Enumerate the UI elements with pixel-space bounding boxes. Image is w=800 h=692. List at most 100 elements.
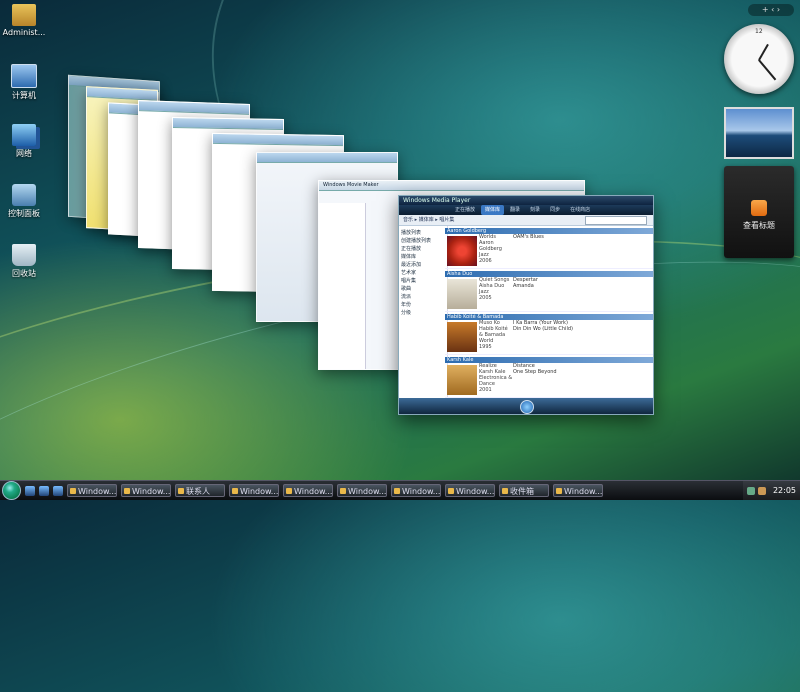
desktop-icon-administrator[interactable]: Administ... [2, 4, 46, 37]
desktop-icon-recycle-bin[interactable]: 回收站 [2, 244, 46, 279]
album-meta: Muso Ko Habib Koité & Bamada World 1995 [479, 320, 513, 354]
track-list: OAM's Blues [513, 234, 653, 268]
album-row[interactable]: Muso Ko Habib Koité & Bamada World 1995 … [445, 320, 653, 355]
computer-icon [11, 64, 37, 88]
switch-windows-icon[interactable] [39, 485, 49, 496]
nav-item-songs[interactable]: 歌曲 [401, 285, 445, 292]
breadcrumb[interactable]: 音乐 ▸ 媒体库 ▸ 唱片集 [403, 215, 454, 225]
nav-item-create-playlist[interactable]: 创建播放列表 [401, 237, 445, 244]
slideshow-gadget[interactable] [724, 107, 794, 159]
window-titlebar [173, 118, 283, 130]
album-list: Aaron Goldberg Worlds Aaron Goldberg Jaz… [445, 226, 653, 398]
clock-tick: 12 [755, 28, 763, 35]
clock-time[interactable]: 22:05 [773, 486, 796, 495]
tab-library[interactable]: 媒体库 [481, 205, 505, 215]
volume-tray-icon[interactable] [757, 486, 766, 495]
media-player-window[interactable]: Windows Media Player 正在播放 媒体库 翻录 刻录 同步 在… [398, 195, 654, 415]
taskbar-button[interactable]: Window... [445, 484, 495, 497]
nav-item-library[interactable]: 媒体库 [401, 253, 445, 260]
track-title[interactable]: Din Din Wo (Little Child) [513, 326, 653, 332]
sidebar-controls[interactable]: + ‹ › [748, 4, 794, 16]
album-row[interactable]: Worlds Aaron Goldberg Jazz 2006 OAM's Bl… [445, 234, 653, 269]
album-year: 2001 [479, 387, 492, 393]
desktop-icon-label: 控制面板 [8, 209, 40, 218]
tab-burn[interactable]: 刻录 [526, 205, 544, 215]
album-art [447, 236, 477, 266]
taskbar-button[interactable]: Window... [391, 484, 441, 497]
taskbar-button[interactable]: Window... [283, 484, 333, 497]
track-title[interactable]: OAM's Blues [513, 234, 653, 240]
system-tray: 22:05 [742, 481, 800, 500]
show-desktop-icon[interactable] [25, 485, 35, 496]
album-year: 2006 [479, 258, 492, 264]
tasks-pane [319, 203, 366, 369]
window-title: Windows Media Player [399, 196, 653, 205]
search-input[interactable] [585, 216, 647, 225]
nav-item-album[interactable]: 唱片集 [401, 277, 445, 284]
nav-item-year[interactable]: 年份 [401, 301, 445, 308]
nav-item-genre[interactable]: 流派 [401, 293, 445, 300]
album-art [447, 279, 477, 309]
library-nav: 播放列表 创建播放列表 正在播放 媒体库 最近添加 艺术家 唱片集 歌曲 流派 … [399, 226, 448, 398]
nav-item-artist[interactable]: 艺术家 [401, 269, 445, 276]
nav-item-recently-added[interactable]: 最近添加 [401, 261, 445, 268]
wmp-tab-bar: 正在播放 媒体库 翻录 刻录 同步 在线商店 [399, 205, 653, 215]
window-titlebar [257, 153, 397, 163]
feed-gadget-label: 查看标题 [743, 221, 775, 230]
track-list: I Ka Barra (Your Work) Din Din Wo (Littl… [513, 320, 653, 354]
album-meta: Realize Karsh Kale Electronica & Dance 2… [479, 363, 513, 397]
taskbar-button[interactable]: Window... [337, 484, 387, 497]
desktop-icon-control-panel[interactable]: 控制面板 [2, 184, 46, 219]
tab-sync[interactable]: 同步 [546, 205, 564, 215]
feed-headlines-gadget[interactable]: 查看标题 [724, 166, 794, 258]
play-button[interactable] [520, 400, 534, 414]
track-list: Distance One Step Beyond [513, 363, 653, 397]
track-list: Despertar Amanda [513, 277, 653, 311]
ie-icon[interactable] [53, 485, 63, 496]
start-button[interactable] [2, 481, 21, 500]
taskbar-button[interactable]: Window... [553, 484, 603, 497]
track-title[interactable]: Amanda [513, 283, 653, 289]
rss-icon [751, 200, 767, 216]
album-meta: Quiet Songs Aisha Duo Jazz 2005 [479, 277, 513, 311]
clock-minute-hand [758, 59, 777, 81]
window-titlebar [139, 101, 249, 115]
clock-gadget[interactable]: 12 [724, 24, 794, 94]
track-title[interactable]: One Step Beyond [513, 369, 653, 375]
desktop-icon-label: 网络 [16, 149, 32, 158]
user-folder-icon [12, 4, 36, 26]
album-artist: Aaron Goldberg [479, 240, 502, 252]
nav-item-playlists[interactable]: 播放列表 [401, 229, 445, 236]
taskbar-button[interactable]: Window... [67, 484, 117, 497]
album-row[interactable]: Quiet Songs Aisha Duo Jazz 2005 Desperta… [445, 277, 653, 312]
desktop-icon-label: Administ... [2, 28, 46, 37]
window-title: Windows Movie Maker [319, 181, 584, 191]
desktop-icon-label: 回收站 [12, 269, 36, 278]
album-meta: Worlds Aaron Goldberg Jazz 2006 [479, 234, 513, 268]
control-panel-icon [12, 184, 36, 206]
nav-item-now-playing[interactable]: 正在播放 [401, 245, 445, 252]
taskbar-button[interactable]: Window... [121, 484, 171, 497]
desktop-icon-network[interactable]: 网络 [2, 124, 46, 159]
network-icon [12, 124, 36, 146]
tab-rip[interactable]: 翻录 [506, 205, 524, 215]
album-artist: Habib Koité & Bamada [479, 326, 508, 338]
clock-hour-hand [758, 43, 769, 61]
network-tray-icon[interactable] [746, 486, 755, 495]
recycle-bin-icon [12, 244, 36, 266]
desktop-icon-computer[interactable]: 计算机 [2, 64, 46, 101]
tab-online-store[interactable]: 在线商店 [566, 205, 594, 215]
album-genre: Electronica & Dance [479, 375, 513, 387]
album-row[interactable]: Realize Karsh Kale Electronica & Dance 2… [445, 363, 653, 398]
album-art [447, 322, 477, 352]
taskbar-button[interactable]: 收件箱 [499, 484, 549, 497]
tab-now-playing[interactable]: 正在播放 [451, 205, 479, 215]
wmp-address-bar: 音乐 ▸ 媒体库 ▸ 唱片集 [399, 215, 653, 226]
nav-item-rating[interactable]: 分级 [401, 309, 445, 316]
taskbar-button[interactable]: 联系人 [175, 484, 225, 497]
desktop-icon-label: 计算机 [12, 91, 36, 100]
window-titlebar [87, 87, 157, 101]
album-year: 2005 [479, 295, 492, 301]
taskbar-button[interactable]: Window... [229, 484, 279, 497]
window-titlebar [213, 133, 343, 147]
